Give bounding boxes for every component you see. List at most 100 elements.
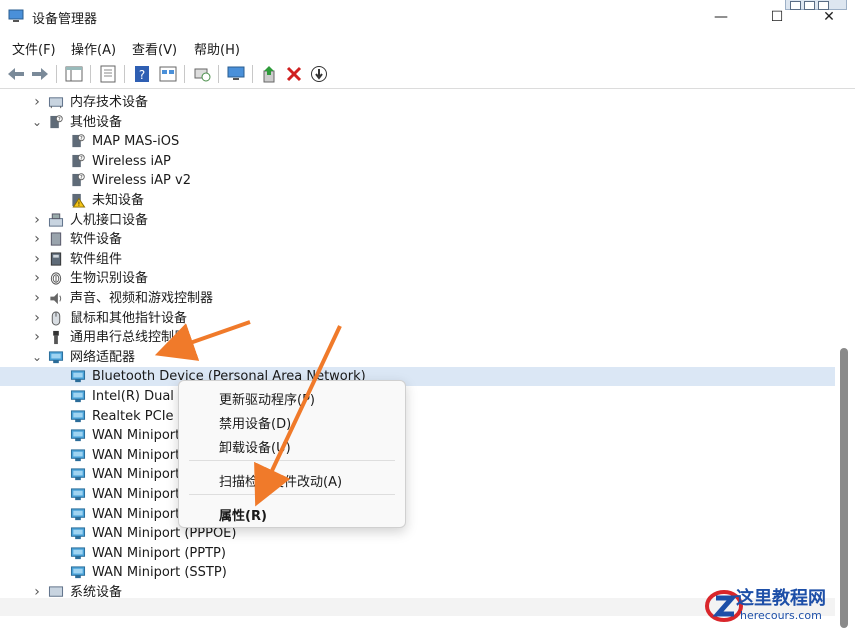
chevron-right-icon[interactable]: › [32, 269, 42, 288]
tree-item[interactable]: WAN Miniport (PPPOE) [0, 524, 835, 543]
memory-icon [48, 97, 64, 109]
network-adapter-icon [70, 390, 86, 403]
network-adapter-icon [70, 566, 86, 579]
menu-view[interactable]: 查看(V) [132, 39, 177, 58]
svg-text:?: ? [139, 68, 145, 82]
menu-properties[interactable]: 属性(R) [219, 505, 267, 524]
network-adapter-icon [70, 488, 86, 501]
update-driver-icon[interactable] [260, 64, 280, 84]
biometric-icon [50, 272, 62, 285]
chevron-right-icon[interactable]: › [32, 309, 42, 328]
tree-item-label: 生物识别设备 [70, 271, 149, 287]
uninstall-icon[interactable] [284, 64, 304, 84]
tree-item-label: 网络适配器 [70, 349, 136, 365]
network-adapter-icon [48, 351, 64, 363]
properties-toolbar-icon[interactable] [98, 64, 118, 84]
tree-item-label: Intel(R) Dual B [92, 389, 187, 404]
tree-category[interactable]: › 内存技术设备 [0, 93, 835, 112]
tree-category[interactable]: › 生物识别设备 [0, 269, 835, 288]
watermark-url: herecours.com [740, 609, 822, 622]
tree-item[interactable]: ? Wireless iAP [0, 152, 835, 171]
device-manager-icon [8, 9, 24, 22]
network-adapter-icon [70, 370, 86, 383]
tree-item-label: 未知设备 [92, 193, 145, 208]
network-adapter-icon [70, 468, 86, 481]
menu-disable-device[interactable]: 禁用设备(D) [219, 413, 291, 432]
tree-item[interactable]: ? MAP MAS-iOS [0, 132, 835, 151]
device-tree[interactable]: › 内存技术设备 ⌄? 其他设备? MAP MAS-iOS? Wireless iAP? W… [0, 92, 835, 598]
tree-category[interactable]: › 声音、视频和游戏控制器 [0, 289, 835, 308]
tree-item-label: 通用串行总线控制器 [70, 330, 188, 346]
context-menu: 更新驱动程序(P) 禁用设备(D) 卸载设备(U) 扫描检测硬件改动(A) 属性… [178, 380, 406, 528]
chevron-down-icon[interactable]: ⌄ [32, 348, 42, 367]
unknown-device-icon: ? [72, 134, 85, 148]
tree-item[interactable]: WAN Miniport (PPTP) [0, 544, 835, 563]
show-hide-console-tree-icon[interactable] [64, 64, 84, 84]
tree-item-label: 声音、视频和游戏控制器 [70, 291, 214, 306]
tree-item-label: WAN Miniport [92, 487, 181, 502]
window-title: 设备管理器 [32, 12, 98, 27]
audio-icon [50, 292, 62, 305]
tree-item[interactable]: WAN Miniport [0, 426, 835, 445]
tree-item[interactable]: Intel(R) Dual B [0, 387, 835, 406]
other-devices-icon: ? [50, 114, 63, 128]
tree-category[interactable]: › 软件组件 [0, 250, 835, 269]
forward-icon[interactable] [30, 64, 50, 84]
tree-category[interactable]: › 鼠标和其他指针设备 [0, 309, 835, 328]
tree-item-label: Wireless iAP [92, 153, 171, 169]
mouse-icon [51, 311, 61, 326]
chevron-down-icon[interactable]: ⌄ [32, 113, 42, 132]
back-icon[interactable] [6, 64, 26, 84]
software-device-icon [50, 232, 62, 246]
tree-category[interactable]: › 通用串行总线控制器 [0, 328, 835, 347]
chevron-right-icon[interactable]: › [32, 250, 42, 269]
menu-help[interactable]: 帮助(H) [194, 39, 240, 58]
network-adapter-icon [70, 527, 86, 540]
tree-item[interactable]: WAN Miniport [0, 505, 835, 524]
tree-item-label: 系统设备 [70, 585, 123, 598]
tree-item-label: 其他设备 [70, 114, 123, 130]
tree-item[interactable]: WAN Miniport [0, 446, 835, 465]
tree-category[interactable]: › 人机接口设备 [0, 211, 835, 230]
chevron-right-icon[interactable]: › [32, 583, 42, 598]
tree-item[interactable]: WAN Miniport (SSTP) [0, 563, 835, 582]
menu-scan-hardware[interactable]: 扫描检测硬件改动(A) [219, 471, 342, 490]
tree-item[interactable]: Realtek PCIe G [0, 407, 835, 426]
tree-item-label: Wireless iAP v2 [92, 173, 191, 189]
menu-update-driver[interactable]: 更新驱动程序(P) [219, 389, 315, 408]
tree-item[interactable]: ! 未知设备 [0, 191, 835, 210]
monitor-icon[interactable] [226, 64, 246, 84]
network-adapter-icon [70, 508, 86, 520]
chevron-right-icon[interactable]: › [32, 289, 42, 308]
tree-item[interactable]: Bluetooth Device (Personal Area Network) [0, 367, 835, 387]
scan-hardware-icon[interactable] [192, 64, 212, 84]
tree-item-label: WAN Miniport (SSTP) [92, 565, 227, 581]
tree-item-label: 人机接口设备 [70, 212, 149, 228]
software-component-icon [50, 252, 62, 266]
tree-category[interactable]: › 软件设备 [0, 230, 835, 249]
hid-icon [48, 213, 64, 227]
chevron-right-icon[interactable]: › [32, 211, 42, 230]
disable-icon[interactable] [309, 64, 329, 84]
tree-item-label: WAN Miniport (PPTP) [92, 545, 226, 561]
warning-device-icon: ! [72, 193, 86, 208]
tree-item[interactable]: WAN Miniport [0, 465, 835, 484]
tree-item[interactable]: WAN Miniport [0, 485, 835, 504]
chevron-right-icon[interactable]: › [32, 328, 42, 347]
minimize-button[interactable]: — [698, 4, 744, 30]
network-adapter-icon [70, 410, 86, 422]
chevron-right-icon[interactable]: › [32, 93, 42, 112]
tree-item[interactable]: ? Wireless iAP v2 [0, 171, 835, 190]
menu-separator [189, 494, 395, 495]
view-icon[interactable] [158, 64, 178, 84]
menu-file[interactable]: 文件(F) [12, 39, 56, 58]
tree-category[interactable]: ⌄ 网络适配器 [0, 348, 835, 367]
menu-action[interactable]: 操作(A) [71, 39, 116, 58]
help-icon[interactable]: ? [132, 64, 152, 84]
vertical-scrollbar[interactable] [835, 92, 855, 628]
menu-uninstall-device[interactable]: 卸载设备(U) [219, 437, 291, 456]
tree-category[interactable]: ⌄? 其他设备 [0, 113, 835, 132]
watermark-title: 这里教程网 [736, 588, 826, 609]
chevron-right-icon[interactable]: › [32, 230, 42, 249]
usb-icon [53, 331, 59, 345]
